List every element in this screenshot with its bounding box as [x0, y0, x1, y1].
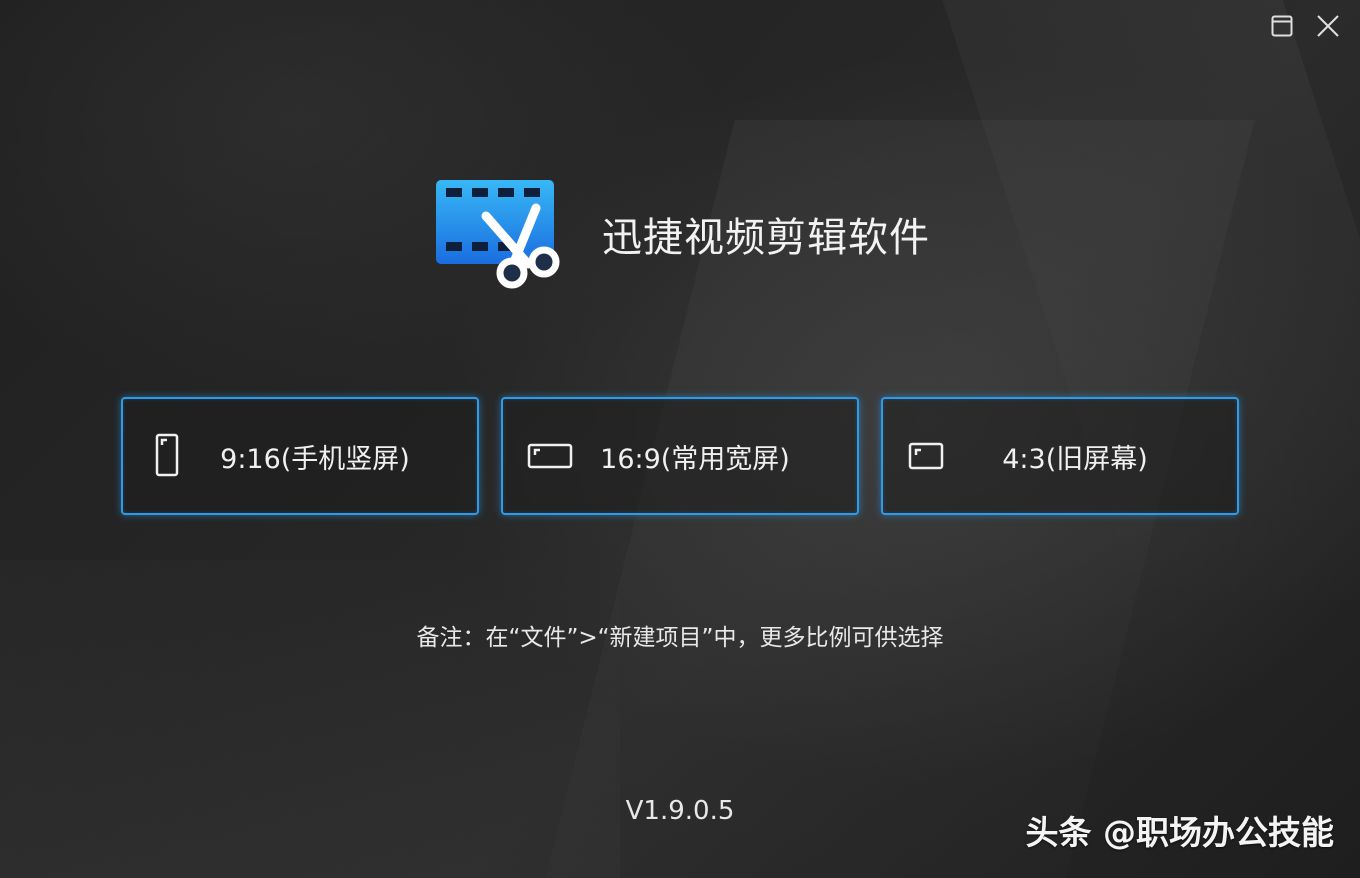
ratio-note: 备注：在“文件”>“新建项目”中，更多比例可供选择 [416, 625, 944, 651]
watermark: 头条 @职场办公技能 [1025, 813, 1335, 852]
maximize-button[interactable] [1268, 12, 1296, 40]
close-icon [1317, 15, 1339, 37]
close-button[interactable] [1314, 12, 1342, 40]
standard-screen-icon [907, 439, 947, 473]
brand-header: 迅捷视频剪辑软件 [434, 178, 930, 290]
portrait-screen-icon [147, 431, 187, 481]
ratio-9-16-button[interactable]: 9:16(手机竖屏) [121, 397, 479, 515]
maximize-icon [1271, 15, 1293, 37]
background-shape [0, 560, 620, 878]
ratio-4-3-button[interactable]: 4:3(旧屏幕) [881, 397, 1239, 515]
ratio-16-9-button[interactable]: 16:9(常用宽屏) [501, 397, 859, 515]
aspect-ratio-options: 9:16(手机竖屏) 16:9(常用宽屏) 4:3(旧屏幕) [121, 397, 1239, 515]
app-window: 迅捷视频剪辑软件 9:16(手机竖屏) 16:9(常用宽屏) 4:3(旧屏幕) … [0, 0, 1360, 878]
video-scissors-icon [436, 180, 560, 289]
window-controls [1268, 12, 1342, 40]
widescreen-icon [527, 440, 575, 472]
app-title: 迅捷视频剪辑软件 [602, 215, 930, 261]
